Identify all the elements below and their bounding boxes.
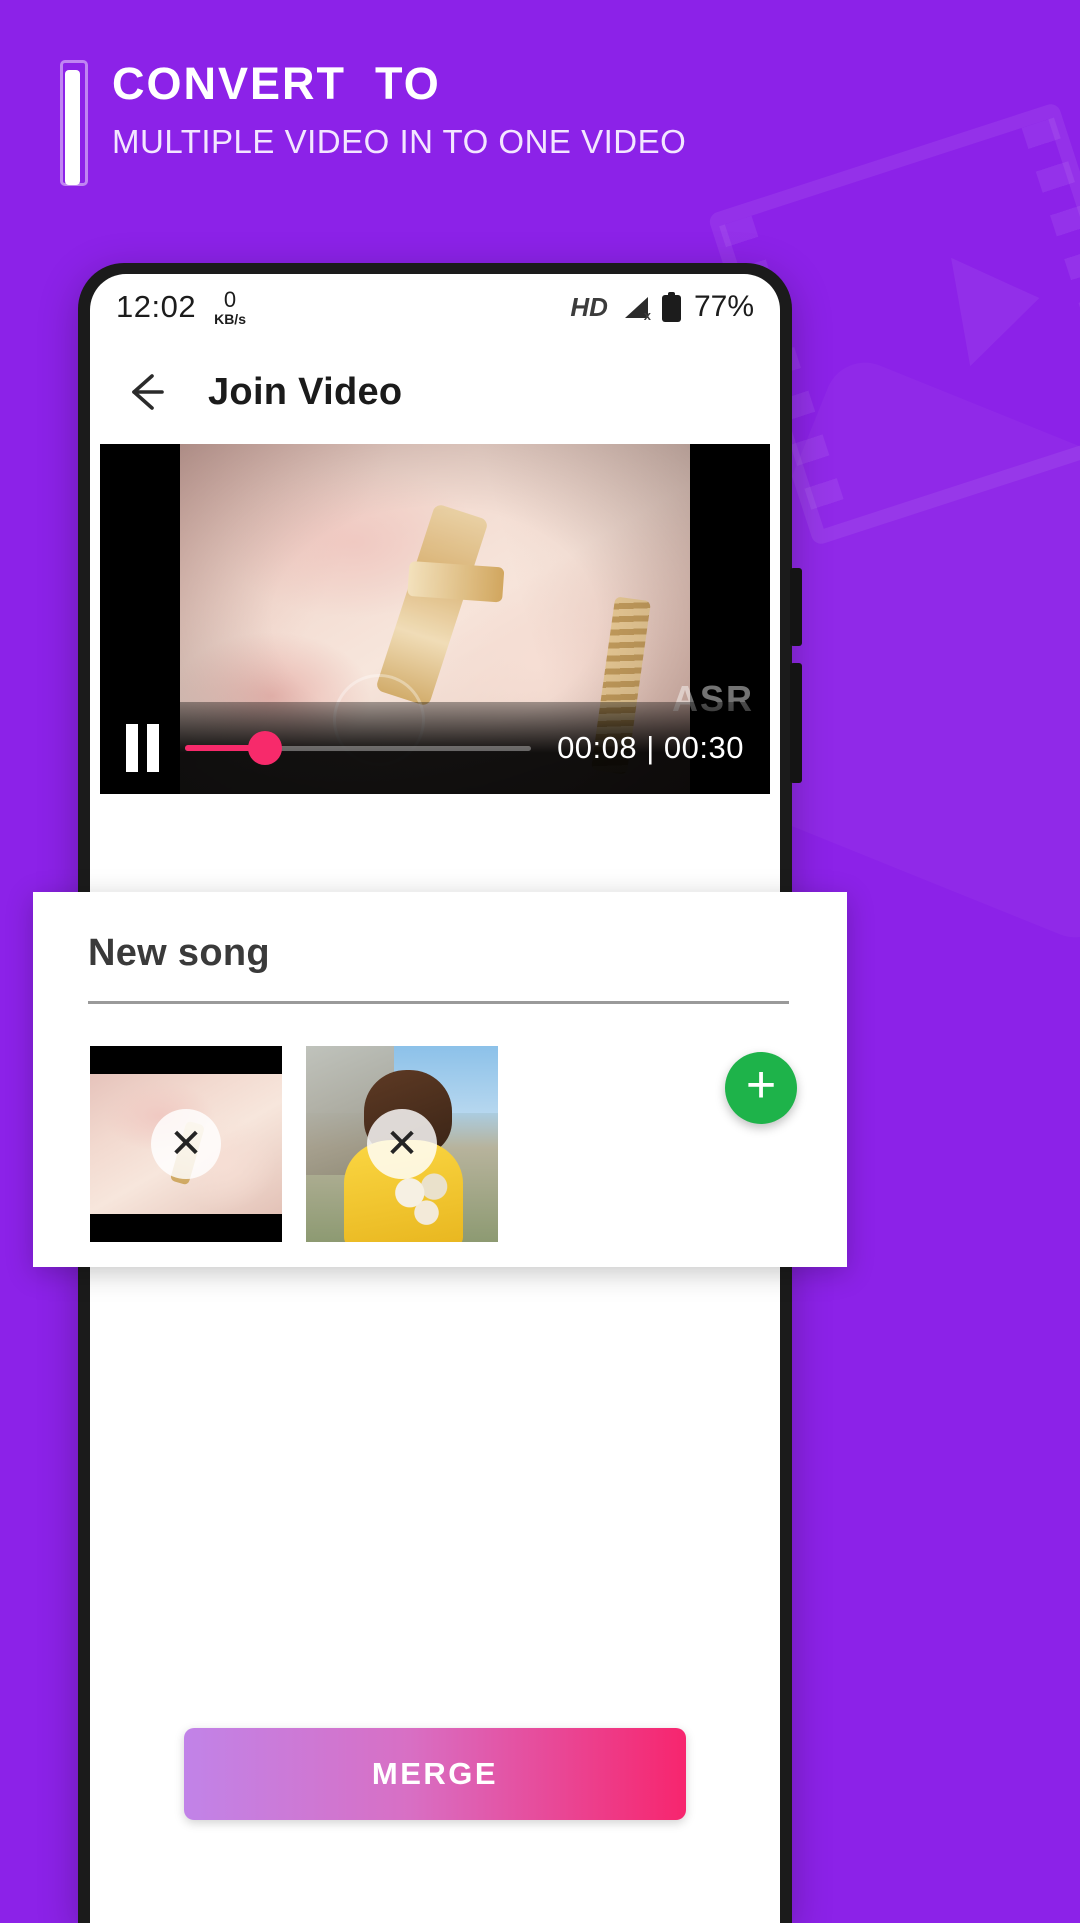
network-speed-value: 0 [223, 286, 237, 312]
clips-sheet: New song ✕ ✕ + [33, 892, 847, 1267]
promo-title: CONVERT TO [112, 58, 441, 109]
list-item[interactable]: ✕ [306, 1046, 498, 1242]
battery-icon [661, 292, 681, 322]
sheet-title: New song [88, 932, 270, 974]
clip-thumbnail-list: ✕ ✕ [33, 1004, 847, 1242]
signal-bars-icon: x [621, 295, 651, 323]
signal-badge: x [643, 307, 651, 323]
play-triangle-icon [951, 243, 1049, 367]
player-spacer [90, 794, 780, 890]
page-title: Join Video [208, 370, 403, 413]
merge-area: MERGE [90, 1633, 780, 1923]
video-player[interactable]: ASR 00:08 | 00:30 [100, 444, 770, 794]
network-speed-unit: KB/s [214, 310, 246, 327]
header-accent-bar-fill [65, 70, 80, 185]
seek-bar[interactable] [185, 728, 532, 768]
header-accent-bar [60, 60, 88, 186]
plus-icon: + [745, 1056, 777, 1114]
back-arrow-icon[interactable] [122, 368, 170, 416]
playback-time: 00:08 | 00:30 [557, 730, 744, 765]
list-item[interactable]: ✕ [90, 1046, 282, 1242]
close-icon[interactable]: ✕ [151, 1109, 221, 1179]
merge-button[interactable]: MERGE [184, 1728, 686, 1820]
status-bar: 12:02 0 KB/s HD x 77% [90, 274, 780, 340]
phone-side-button-volume [790, 568, 802, 646]
seek-thumb[interactable] [247, 731, 282, 765]
hd-icon: HD [570, 291, 608, 322]
promo-subtitle: MULTIPLE VIDEO IN TO ONE VIDEO [112, 123, 687, 161]
player-controls: 00:08 | 00:30 [100, 702, 770, 794]
app-bar: Join Video [90, 340, 780, 444]
phone-side-button-power [790, 663, 802, 783]
promo-header: CONVERT TO MULTIPLE VIDEO IN TO ONE VIDE… [60, 58, 687, 186]
network-speed-indicator: 0 KB/s [214, 286, 246, 327]
pause-icon[interactable] [126, 724, 159, 772]
battery-percent: 77% [693, 290, 754, 323]
status-time: 12:02 [116, 289, 197, 324]
add-clip-button[interactable]: + [725, 1052, 797, 1124]
close-icon[interactable]: ✕ [367, 1109, 437, 1179]
